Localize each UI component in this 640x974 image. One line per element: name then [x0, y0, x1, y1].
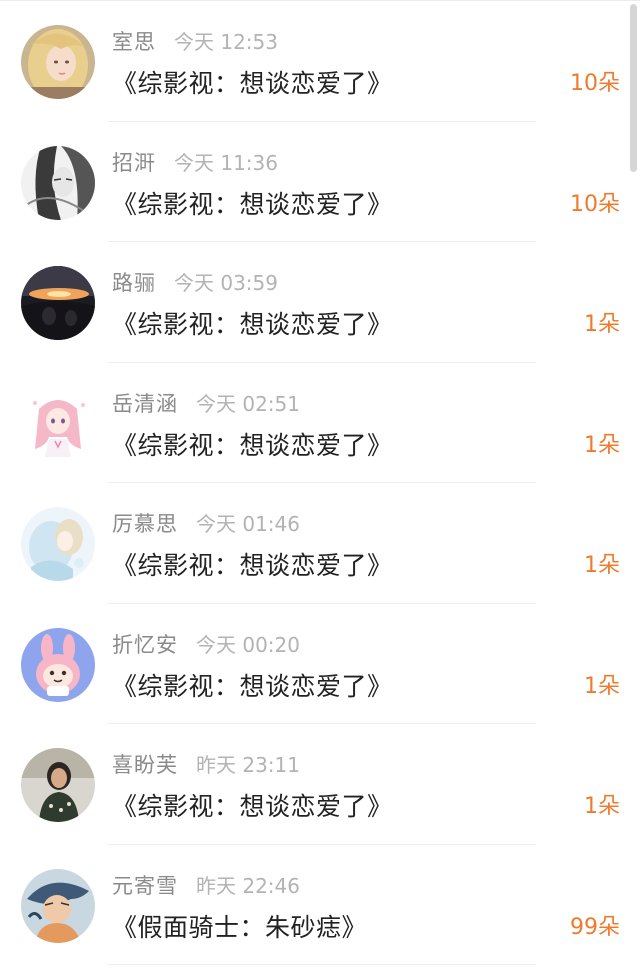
flower-count: 1朵 — [584, 432, 620, 458]
list-item[interactable]: 招涆 今天 11:36 《综影视：想谈恋爱了》 10朵 — [0, 122, 640, 242]
timestamp: 今天 02:51 — [196, 391, 300, 416]
flower-count: 1朵 — [584, 312, 620, 337]
woman-photo-avatar-icon — [21, 748, 95, 822]
meta-line: 岳清涵 今天 02:51 — [112, 389, 300, 419]
meta-line: 室思 今天 12:53 — [112, 27, 278, 57]
meta-line: 招涆 今天 11:36 — [112, 148, 278, 178]
meta-line: 元寄雪 昨天 22:46 — [112, 871, 300, 901]
car-sunset-avatar-icon — [21, 266, 95, 340]
list-item[interactable]: 元寄雪 昨天 22:46 《假面骑士：朱砂痣》 99朵 — [0, 845, 640, 965]
timestamp: 今天 12:53 — [174, 30, 278, 54]
timestamp: 今天 03:59 — [174, 271, 278, 295]
avatar[interactable] — [21, 266, 95, 340]
book-title[interactable]: 《综影视：想谈恋爱了》 — [112, 547, 393, 585]
book-title[interactable]: 《综影视：想谈恋爱了》 — [112, 65, 393, 103]
book-title[interactable]: 《综影视：想谈恋爱了》 — [112, 306, 393, 344]
meta-line: 厉慕思 今天 01:46 — [112, 509, 300, 539]
meta-line: 喜盼芙 昨天 23:11 — [112, 750, 300, 780]
book-title[interactable]: 《综影视：想谈恋爱了》 — [112, 186, 393, 224]
anime-boy-avatar-icon — [21, 868, 95, 943]
book-title[interactable]: 《综影视：想谈恋爱了》 — [112, 788, 393, 826]
avatar[interactable] — [21, 868, 95, 943]
list-item[interactable]: 室思 今天 12:53 《综影视：想谈恋爱了》 10朵 — [0, 1, 640, 122]
timestamp: 今天 11:36 — [174, 150, 278, 175]
bunny-cartoon-avatar-icon — [21, 627, 95, 702]
pink-hair-girl-avatar-icon — [21, 386, 95, 461]
user-name[interactable]: 岳清涵 — [112, 392, 178, 416]
avatar[interactable] — [21, 507, 95, 581]
user-name[interactable]: 折忆安 — [112, 633, 178, 657]
user-name[interactable]: 路骊 — [112, 271, 156, 295]
user-name[interactable]: 招涆 — [112, 151, 156, 175]
avatar[interactable] — [21, 748, 95, 822]
flower-count: 10朵 — [570, 191, 620, 217]
flower-count: 1朵 — [584, 794, 620, 819]
scrollbar[interactable] — [630, 4, 637, 172]
book-title[interactable]: 《假面骑士：朱砂痣》 — [112, 909, 367, 947]
user-name[interactable]: 室思 — [112, 30, 156, 54]
list-item[interactable]: 折忆安 今天 00:20 《综影视：想谈恋爱了》 1朵 — [0, 604, 640, 724]
timestamp: 昨天 23:11 — [196, 753, 300, 777]
watercolor-couple-avatar-icon — [21, 507, 95, 581]
book-title[interactable]: 《综影视：想谈恋爱了》 — [112, 668, 393, 706]
meta-line: 折忆安 今天 00:20 — [112, 630, 300, 660]
avatar[interactable] — [21, 25, 95, 99]
flower-count: 1朵 — [584, 553, 620, 578]
user-name[interactable]: 喜盼芙 — [112, 753, 178, 777]
list-item[interactable]: 喜盼芙 昨天 23:11 《综影视：想谈恋爱了》 1朵 — [0, 724, 640, 845]
list-item[interactable]: 厉慕思 今天 01:46 《综影视：想谈恋爱了》 1朵 — [0, 483, 640, 604]
timestamp: 今天 01:46 — [196, 512, 300, 536]
flower-count: 10朵 — [570, 71, 620, 96]
user-name[interactable]: 厉慕思 — [112, 512, 178, 536]
timestamp: 昨天 22:46 — [196, 873, 300, 898]
user-name[interactable]: 元寄雪 — [112, 874, 178, 898]
flower-count: 99朵 — [570, 914, 620, 940]
row-divider — [108, 964, 536, 965]
avatar[interactable] — [21, 386, 95, 461]
flower-count: 1朵 — [584, 673, 620, 699]
timestamp: 今天 00:20 — [196, 632, 300, 657]
avatar[interactable] — [21, 145, 95, 220]
sketch-portrait-avatar-icon — [21, 145, 95, 220]
anime-girl-blonde-avatar-icon — [21, 25, 95, 99]
gift-record-list: 室思 今天 12:53 《综影视：想谈恋爱了》 10朵 招涆 今天 11:36 《综… — [0, 1, 640, 965]
book-title[interactable]: 《综影视：想谈恋爱了》 — [112, 427, 393, 465]
meta-line: 路骊 今天 03:59 — [112, 268, 278, 298]
avatar[interactable] — [21, 627, 95, 702]
list-item[interactable]: 岳清涵 今天 02:51 《综影视：想谈恋爱了》 1朵 — [0, 363, 640, 483]
list-item[interactable]: 路骊 今天 03:59 《综影视：想谈恋爱了》 1朵 — [0, 242, 640, 363]
